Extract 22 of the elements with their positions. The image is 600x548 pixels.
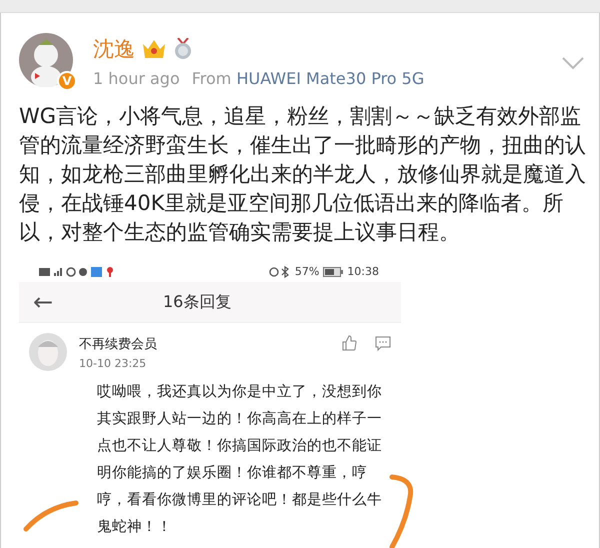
- battery-icon: [323, 266, 344, 276]
- commenter-avatar[interactable]: [29, 333, 67, 371]
- avatar[interactable]: [19, 33, 73, 87]
- battery-percent: 57%: [294, 265, 320, 278]
- alarm-bluetooth-icon: [268, 266, 291, 278]
- thumbs-up-icon[interactable]: [341, 335, 357, 351]
- back-button[interactable]: ←: [33, 290, 163, 314]
- source-device[interactable]: HUAWEI Mate30 Pro 5G: [236, 69, 424, 88]
- post-text: WG言论，小将气息，追星，粉丝，割割～～缺乏有效外部监管的流量经济野蛮生长，催生出了一批畸形的产物，扭曲的认知，如龙枪三部曲里孵化出来的半龙人，放修仙界就是魔道入侵，在战锤40K里就是亚空间那几位低语出来的降临者。所以，对整个生态的监管确实需要提上议事日程。: [19, 103, 587, 246]
- post-time: 1 hour ago: [93, 69, 180, 88]
- comment-icon[interactable]: [375, 335, 391, 351]
- comment-time: 10-10 23:25: [79, 357, 148, 370]
- medal-icon: [173, 38, 193, 60]
- comment-text: 哎呦喂，我还真以为你是中立了，没想到你其实跟野人站一边的！你高高在上的样子一点也不让人尊敬！你搞国际政治的也不能证明你能搞的了娱乐圈！你谁都不尊重，哼哼，看看你微博里的评论吧！都是些什么牛鬼蛇神！！: [97, 382, 383, 537]
- clock-time: 10:38: [347, 265, 379, 278]
- commenter-name[interactable]: 不再续费会员: [79, 335, 341, 353]
- crown-icon: [141, 38, 167, 60]
- source-label: From: [192, 69, 232, 88]
- scribble-drawing: [23, 499, 81, 533]
- verified-badge: V: [57, 71, 77, 91]
- page-title: 16条回复: [163, 292, 232, 312]
- chevron-down-icon[interactable]: [561, 55, 585, 71]
